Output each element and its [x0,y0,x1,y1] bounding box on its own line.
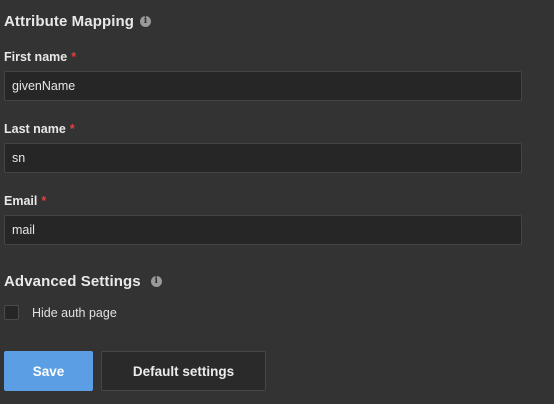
last-name-label-text: Last name [4,122,66,136]
required-marker: * [69,122,75,136]
advanced-settings-heading: Advanced Settings i [4,273,162,290]
hide-auth-page-option[interactable]: Hide auth page [4,305,117,320]
required-marker: * [71,50,77,64]
attribute-mapping-title: Attribute Mapping [4,13,135,30]
required-marker: * [41,194,47,208]
hide-auth-page-label[interactable]: Hide auth page [32,306,117,320]
email-input[interactable] [4,215,522,245]
default-settings-button[interactable]: Default settings [101,351,266,391]
first-name-input[interactable] [4,71,522,101]
first-name-label: First name * [4,50,76,64]
advanced-settings-title: Advanced Settings [4,273,141,290]
email-label-text: Email [4,194,38,208]
attribute-mapping-heading: Attribute Mapping i [4,13,152,30]
last-name-label: Last name * [4,122,75,136]
info-icon[interactable]: i [140,16,152,27]
save-button[interactable]: Save [4,351,93,391]
attribute-mapping-form: Attribute Mapping i First name* Last nam… [0,0,554,404]
email-label: Email * [4,194,46,208]
info-icon[interactable]: i [150,276,162,287]
hide-auth-page-checkbox[interactable] [4,305,19,320]
first-name-label-text: First name [4,50,68,64]
last-name-input[interactable] [4,143,522,173]
